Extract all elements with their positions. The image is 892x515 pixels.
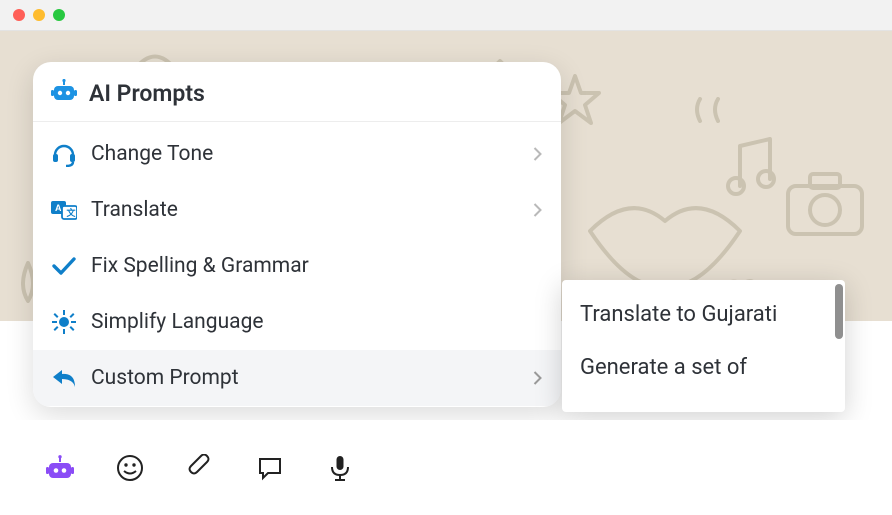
attach-button[interactable] bbox=[184, 452, 216, 484]
ai-prompts-title: AI Prompts bbox=[89, 80, 205, 107]
check-icon bbox=[51, 253, 77, 279]
menu-item-label: Custom Prompt bbox=[91, 366, 239, 390]
scrollbar-thumb[interactable] bbox=[835, 284, 843, 339]
headset-icon bbox=[51, 141, 77, 167]
ai-prompts-header: AI Prompts bbox=[33, 62, 561, 122]
gear-icon bbox=[51, 309, 77, 335]
submenu-item-generate-set[interactable]: Generate a set of bbox=[580, 351, 829, 384]
ai-prompts-menu: AI Prompts Change Tone A文 Translate bbox=[33, 62, 561, 407]
chevron-right-icon bbox=[532, 202, 543, 218]
compose-toolbar bbox=[0, 420, 892, 515]
chevron-right-icon bbox=[532, 370, 543, 386]
menu-item-label: Fix Spelling & Grammar bbox=[91, 254, 309, 278]
bot-icon bbox=[51, 79, 77, 107]
emoji-button[interactable] bbox=[114, 452, 146, 484]
menu-item-label: Simplify Language bbox=[91, 310, 264, 334]
ai-button[interactable] bbox=[44, 452, 76, 484]
ai-prompts-list: Change Tone A文 Translate Fix Spelling & … bbox=[33, 122, 561, 407]
chevron-right-icon bbox=[532, 146, 543, 162]
doodle-quote-icon bbox=[690, 91, 740, 131]
translate-icon: A文 bbox=[51, 197, 77, 223]
window-zoom-button[interactable] bbox=[53, 9, 65, 21]
comment-button[interactable] bbox=[254, 452, 286, 484]
menu-item-label: Translate bbox=[91, 198, 178, 222]
menu-item-translate[interactable]: A文 Translate bbox=[33, 182, 561, 238]
window-titlebar bbox=[0, 0, 892, 31]
svg-text:文: 文 bbox=[66, 207, 77, 218]
menu-item-fix-spelling[interactable]: Fix Spelling & Grammar bbox=[33, 238, 561, 294]
submenu-item-label: Generate a set of bbox=[580, 355, 747, 380]
window-minimize-button[interactable] bbox=[33, 9, 45, 21]
doodle-music-icon bbox=[720, 131, 780, 201]
submenu-item-translate-gujarati[interactable]: Translate to Gujarati bbox=[580, 298, 829, 331]
doodle-camera-icon bbox=[780, 166, 870, 241]
app-window: AI Prompts Change Tone A文 Translate bbox=[0, 0, 892, 515]
custom-prompt-submenu: Translate to Gujarati Generate a set of bbox=[562, 280, 845, 412]
submenu-item-label: Translate to Gujarati bbox=[580, 302, 777, 327]
menu-item-change-tone[interactable]: Change Tone bbox=[33, 126, 561, 182]
window-close-button[interactable] bbox=[13, 9, 25, 21]
menu-item-label: Change Tone bbox=[91, 142, 213, 166]
traffic-lights bbox=[13, 9, 65, 21]
mic-button[interactable] bbox=[324, 452, 356, 484]
menu-item-simplify[interactable]: Simplify Language bbox=[33, 294, 561, 350]
svg-text:A: A bbox=[55, 203, 62, 213]
reply-icon bbox=[51, 365, 77, 391]
menu-item-custom-prompt[interactable]: Custom Prompt bbox=[33, 350, 561, 406]
